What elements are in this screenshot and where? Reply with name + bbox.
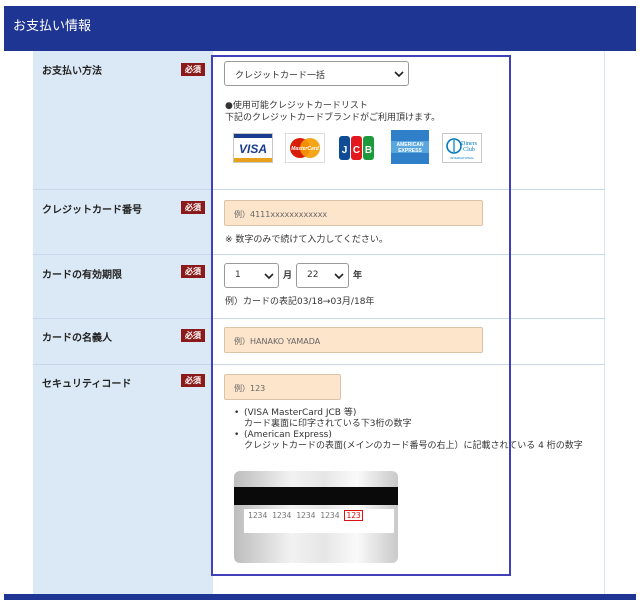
section-header xyxy=(4,6,636,51)
security-code-label: セキュリティコード xyxy=(42,379,132,390)
section-title: お支払い情報 xyxy=(13,19,92,34)
required-badge: 必須 xyxy=(181,374,205,387)
card-number-label: クレジットカード番号 xyxy=(42,205,142,216)
payment-method-label: お支払い方法 xyxy=(42,66,102,77)
focus-highlight-frame xyxy=(211,55,511,576)
label-column xyxy=(33,51,213,595)
footer-bar xyxy=(4,594,636,600)
required-badge: 必須 xyxy=(181,201,205,214)
required-badge: 必須 xyxy=(181,63,205,76)
card-holder-label: カードの名義人 xyxy=(42,333,112,344)
required-badge: 必須 xyxy=(181,329,205,342)
required-badge: 必須 xyxy=(181,265,205,278)
expiry-label: カードの有効期限 xyxy=(42,270,122,281)
